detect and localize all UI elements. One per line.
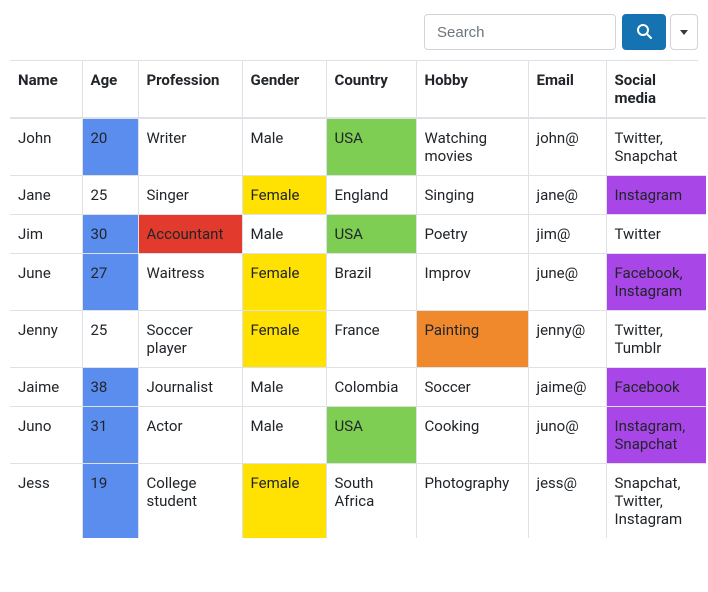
col-header-name[interactable]: Name — [10, 61, 82, 118]
cell-gender: Male — [242, 368, 326, 407]
col-header-hobby[interactable]: Hobby — [416, 61, 528, 118]
cell-social: Twitter, Snapchat — [606, 118, 706, 176]
cell-email: jane@ — [528, 176, 606, 215]
cell-social: Instagram, Snapchat — [606, 407, 706, 464]
cell-country: USA — [326, 407, 416, 464]
cell-profession: Waitress — [138, 254, 242, 311]
cell-profession: Writer — [138, 118, 242, 176]
cell-social: Twitter, Tumblr — [606, 311, 706, 368]
cell-social: Twitter — [606, 215, 706, 254]
table-row: Jane25SingerFemaleEnglandSingingjane@Ins… — [10, 176, 706, 215]
cell-age: 27 — [82, 254, 138, 311]
table-row: John20WriterMaleUSAWatching moviesjohn@T… — [10, 118, 706, 176]
toolbar — [10, 10, 698, 61]
cell-hobby: Cooking — [416, 407, 528, 464]
cell-profession: Singer — [138, 176, 242, 215]
cell-age: 30 — [82, 215, 138, 254]
cell-gender: Female — [242, 464, 326, 539]
cell-email: june@ — [528, 254, 606, 311]
cell-name: Jane — [10, 176, 82, 215]
cell-social: Facebook — [606, 368, 706, 407]
cell-email: jess@ — [528, 464, 606, 539]
cell-country: England — [326, 176, 416, 215]
cell-profession: Actor — [138, 407, 242, 464]
cell-gender: Female — [242, 311, 326, 368]
cell-gender: Female — [242, 176, 326, 215]
cell-name: Jim — [10, 215, 82, 254]
search-input[interactable] — [424, 14, 616, 50]
cell-name: Jaime — [10, 368, 82, 407]
cell-country: France — [326, 311, 416, 368]
search-options-dropdown[interactable] — [670, 14, 698, 50]
cell-profession: Soccer player — [138, 311, 242, 368]
cell-email: jenny@ — [528, 311, 606, 368]
cell-email: jaime@ — [528, 368, 606, 407]
table-row: June27WaitressFemaleBrazilImprovjune@Fac… — [10, 254, 706, 311]
caret-down-icon — [680, 30, 688, 35]
table-row: Jess19College studentFemaleSouth AfricaP… — [10, 464, 706, 539]
cell-email: john@ — [528, 118, 606, 176]
cell-country: Colombia — [326, 368, 416, 407]
col-header-profession[interactable]: Profession — [138, 61, 242, 118]
cell-age: 25 — [82, 311, 138, 368]
cell-gender: Male — [242, 118, 326, 176]
cell-name: Juno — [10, 407, 82, 464]
cell-gender: Male — [242, 407, 326, 464]
cell-profession: Journalist — [138, 368, 242, 407]
col-header-email[interactable]: Email — [528, 61, 606, 118]
cell-age: 25 — [82, 176, 138, 215]
table-header-row: Name Age Profession Gender Country Hobby… — [10, 61, 706, 118]
cell-name: Jenny — [10, 311, 82, 368]
cell-hobby: Poetry — [416, 215, 528, 254]
cell-name: John — [10, 118, 82, 176]
data-table: Name Age Profession Gender Country Hobby… — [10, 61, 706, 538]
table-row: Jim30AccountantMaleUSAPoetryjim@Twitter — [10, 215, 706, 254]
cell-country: South Africa — [326, 464, 416, 539]
cell-country: USA — [326, 118, 416, 176]
table-row: Juno31ActorMaleUSACookingjuno@Instagram,… — [10, 407, 706, 464]
cell-hobby: Watching movies — [416, 118, 528, 176]
cell-hobby: Photography — [416, 464, 528, 539]
table-row: Jenny25Soccer playerFemaleFrancePainting… — [10, 311, 706, 368]
col-header-social[interactable]: Social media — [606, 61, 706, 118]
search-icon — [636, 23, 652, 42]
cell-gender: Female — [242, 254, 326, 311]
cell-email: juno@ — [528, 407, 606, 464]
cell-age: 38 — [82, 368, 138, 407]
cell-hobby: Improv — [416, 254, 528, 311]
cell-name: Jess — [10, 464, 82, 539]
search-button[interactable] — [622, 14, 666, 50]
cell-name: June — [10, 254, 82, 311]
cell-social: Instagram — [606, 176, 706, 215]
cell-age: 31 — [82, 407, 138, 464]
cell-social: Facebook, Instagram — [606, 254, 706, 311]
col-header-country[interactable]: Country — [326, 61, 416, 118]
cell-country: USA — [326, 215, 416, 254]
cell-email: jim@ — [528, 215, 606, 254]
cell-hobby: Soccer — [416, 368, 528, 407]
col-header-gender[interactable]: Gender — [242, 61, 326, 118]
cell-age: 20 — [82, 118, 138, 176]
cell-age: 19 — [82, 464, 138, 539]
cell-hobby: Singing — [416, 176, 528, 215]
cell-hobby: Painting — [416, 311, 528, 368]
cell-social: Snapchat, Twitter, Instagram — [606, 464, 706, 539]
cell-gender: Male — [242, 215, 326, 254]
cell-profession: College student — [138, 464, 242, 539]
table-row: Jaime38JournalistMaleColombiaSoccerjaime… — [10, 368, 706, 407]
cell-profession: Accountant — [138, 215, 242, 254]
col-header-age[interactable]: Age — [82, 61, 138, 118]
cell-country: Brazil — [326, 254, 416, 311]
